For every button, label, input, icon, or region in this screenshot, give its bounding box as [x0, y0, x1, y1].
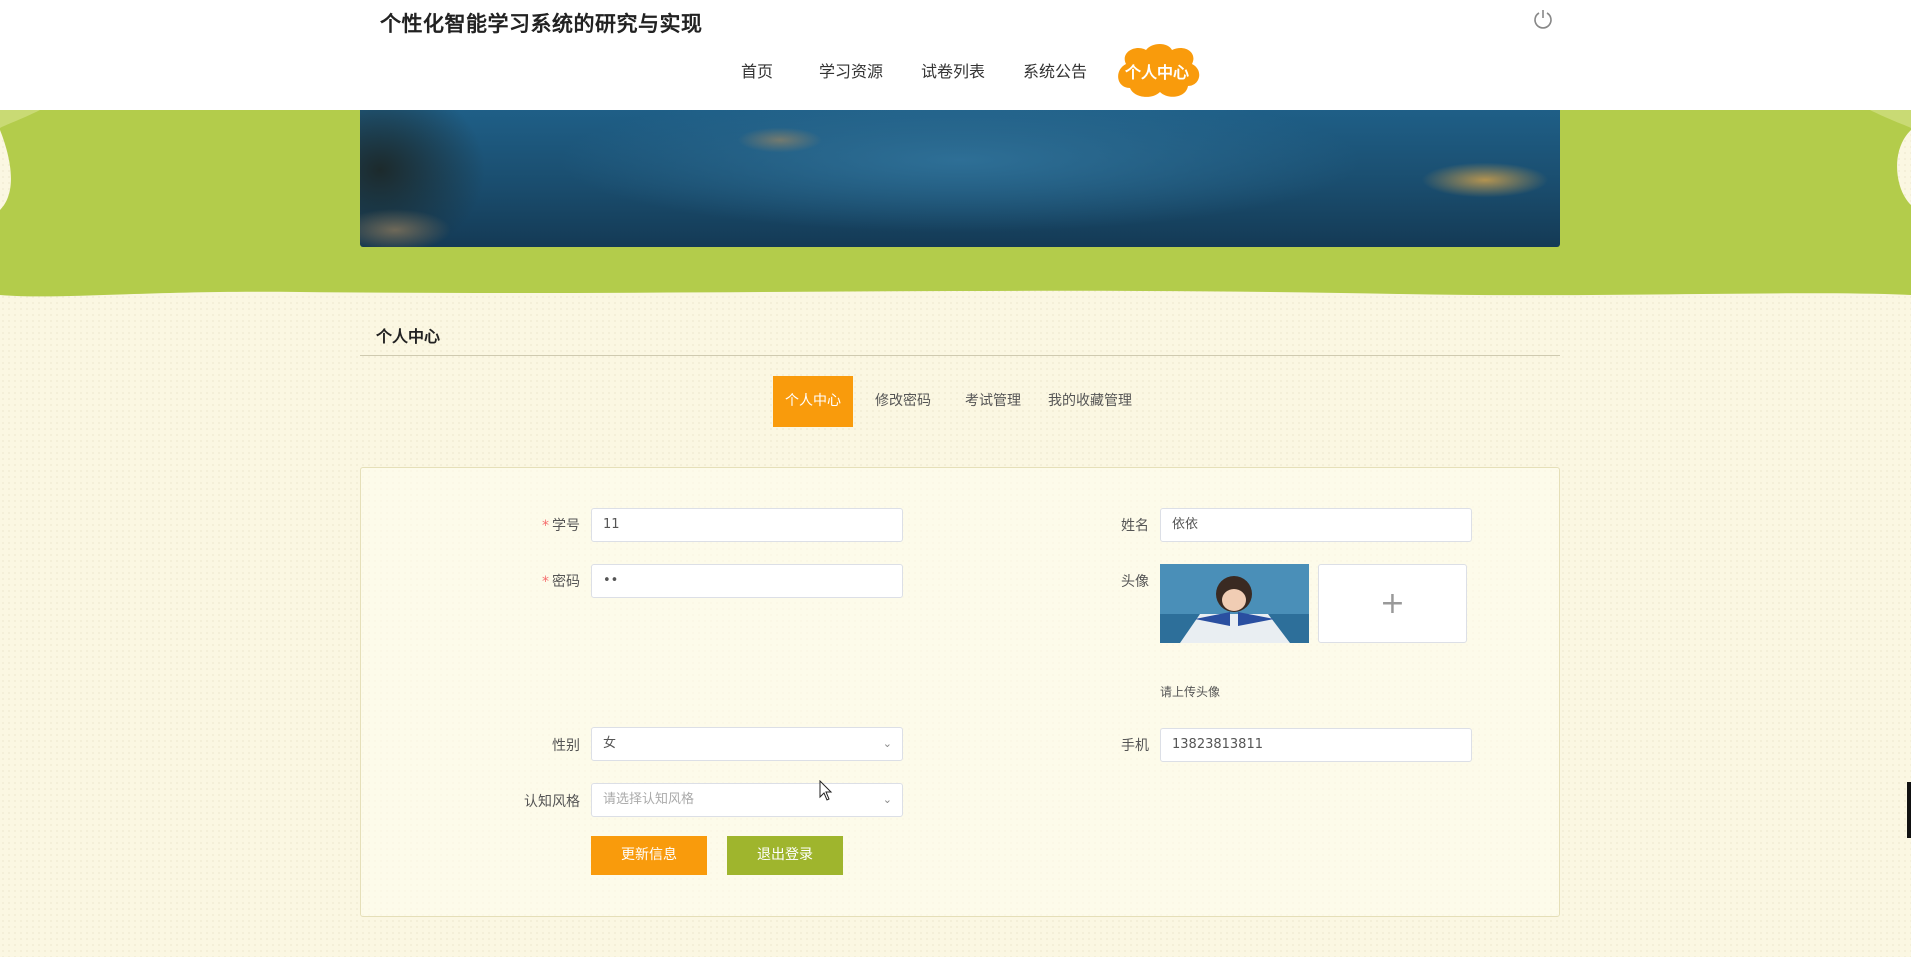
required-asterisk: * — [542, 518, 549, 534]
scrollbar-edge[interactable] — [1907, 782, 1911, 838]
cognitive-style-select[interactable]: 请选择认知风格 ⌄ — [591, 783, 903, 817]
section-divider — [360, 355, 1560, 356]
power-icon[interactable] — [1532, 8, 1554, 30]
nav-exam-papers[interactable]: 试卷列表 — [921, 58, 985, 82]
hero-banner-image — [360, 110, 1560, 247]
chevron-down-icon: ⌄ — [882, 793, 892, 806]
tab-exam-management[interactable]: 考试管理 — [965, 376, 1021, 427]
site-header: 个性化智能学习系统的研究与实现 首页 学习资源 试卷列表 系统公告 个人中心 — [0, 0, 1911, 110]
cognitive-style-placeholder: 请选择认知风格 — [603, 792, 695, 807]
tab-personal-center[interactable]: 个人中心 — [773, 376, 853, 427]
site-title: 个性化智能学习系统的研究与实现 — [380, 12, 703, 36]
avatar-upload-button[interactable]: + — [1318, 564, 1467, 643]
password-input[interactable]: •• — [591, 564, 903, 598]
required-asterisk: * — [542, 574, 549, 590]
avatar-label: 头像 — [1121, 574, 1149, 590]
nav-announcements[interactable]: 系统公告 — [1023, 58, 1087, 82]
logout-button[interactable]: 退出登录 — [727, 836, 843, 875]
name-label: 姓名 — [1121, 518, 1149, 534]
cognitive-style-label: 认知风格 — [524, 794, 580, 810]
section-title: 个人中心 — [376, 327, 441, 346]
phone-label: 手机 — [1121, 738, 1149, 754]
gender-select[interactable]: 女 ⌄ — [591, 727, 903, 761]
update-info-button[interactable]: 更新信息 — [591, 836, 707, 875]
nav-home[interactable]: 首页 — [741, 58, 773, 82]
student-id-label: * 学号 — [542, 518, 580, 534]
avatar-upload-hint: 请上传头像 — [1160, 685, 1221, 699]
student-id-input[interactable]: 11 — [591, 508, 903, 542]
nav-learning-resources[interactable]: 学习资源 — [819, 58, 883, 82]
mouse-cursor-icon — [819, 780, 833, 801]
password-label: * 密码 — [542, 574, 580, 590]
phone-input[interactable]: 13823813811 — [1160, 728, 1472, 762]
gender-label: 性别 — [552, 738, 580, 754]
chevron-down-icon: ⌄ — [882, 737, 892, 750]
tab-my-favorites[interactable]: 我的收藏管理 — [1048, 376, 1132, 427]
tab-change-password[interactable]: 修改密码 — [875, 376, 931, 427]
nav-personal-center-label: 个人中心 — [1124, 63, 1189, 82]
nav-personal-center[interactable]: 个人中心 — [1112, 42, 1202, 100]
name-input[interactable]: 依依 — [1160, 508, 1472, 542]
avatar-image[interactable] — [1160, 564, 1309, 643]
gender-value: 女 — [603, 736, 617, 751]
main-nav: 首页 学习资源 试卷列表 系统公告 个人中心 — [0, 42, 1911, 97]
